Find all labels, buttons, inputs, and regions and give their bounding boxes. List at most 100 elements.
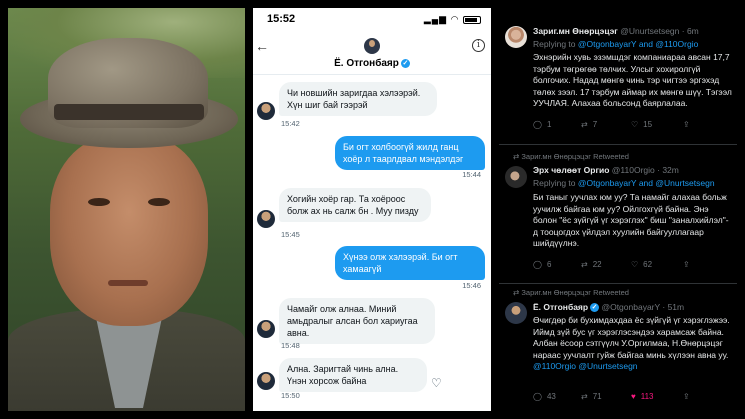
tweet[interactable]: ⇄ Зариг.мн Өнөрцэцэг Retweeted Эрх чөлөө… xyxy=(499,148,737,278)
author-avatar[interactable] xyxy=(505,166,527,188)
share-icon: ⇪ xyxy=(683,392,690,401)
message-bubble-incoming: Чи новшийн заригдаа хэлээрэй. Хүн шиг ба… xyxy=(279,82,437,116)
sender-avatar xyxy=(257,210,275,228)
author-handle: @OtgonbayarY · 51m xyxy=(601,302,685,312)
share-icon: ⇪ xyxy=(683,260,690,269)
message-time: 15:45 xyxy=(281,230,300,239)
like-count: 15 xyxy=(643,120,653,129)
message-time: 15:46 xyxy=(462,281,481,290)
profile-photo xyxy=(8,8,245,411)
verified-badge-icon: ✓ xyxy=(400,58,410,68)
retweeted-label: ⇄ Зариг.мн Өнөрцэцэг Retweeted xyxy=(513,288,629,297)
retweet-count: 71 xyxy=(592,392,602,401)
verified-badge-icon: ✓ xyxy=(590,303,600,313)
reply-count: 1 xyxy=(546,120,552,129)
like-icon: ♡ xyxy=(631,260,639,269)
mention-link[interactable]: @Unurtsetsegn xyxy=(578,361,637,371)
retweet-button[interactable]: ⇄ 71 xyxy=(581,392,602,401)
chat-screenshot: 15:52 ▂▄▆ ◠ ← i Ё. Отгонбаяр ✓ Чи новшийн… xyxy=(253,8,491,411)
retweet-icon: ⇄ xyxy=(581,120,588,129)
retweet-button[interactable]: ⇄ 22 xyxy=(581,260,602,269)
replying-prefix: Replying to xyxy=(533,39,578,49)
tweet-divider xyxy=(499,283,737,284)
tweet[interactable]: ⇄ Зариг.мн Өнөрцэцэг Retweeted Ё. Отгонб… xyxy=(499,286,737,411)
reply-icon: ◯ xyxy=(533,120,542,129)
status-icons: ▂▄▆ ◠ xyxy=(424,14,481,25)
message-time: 15:42 xyxy=(281,119,300,128)
tweet-author-row: Ё. Отгонбаяр ✓ @OtgonbayarY · 51m xyxy=(533,302,685,313)
tweet-actions: ◯ 6 ⇄ 22 ♡ 62 ⇪ xyxy=(533,260,733,272)
mention-link[interactable]: @110Orgio xyxy=(533,361,576,371)
share-button[interactable]: ⇪ xyxy=(683,120,690,129)
photo-face xyxy=(50,136,208,326)
retweet-count: 22 xyxy=(592,260,602,269)
contact-avatar[interactable] xyxy=(364,38,380,54)
tweet-text: Би таныг уучлах юм уу? Та намайг алахаа … xyxy=(533,192,729,248)
photo-hat-band xyxy=(54,104,204,120)
back-arrow-icon[interactable]: ← xyxy=(255,38,269,54)
tweet[interactable]: Зариг.мн Өнөрцэцэг @Unurtsetsegn · 6m Re… xyxy=(499,8,737,138)
contact-name: Ё. Отгонбаяр xyxy=(334,58,399,69)
tweet-actions: ◯ 43 ⇄ 71 ♥ 113 ⇪ xyxy=(533,392,733,404)
message-bubble-incoming: Ална. Заригтай чинь ална. Үнэн хорсож ба… xyxy=(279,358,427,392)
reply-icon: ◯ xyxy=(533,260,542,269)
photo-eye-left xyxy=(88,198,110,206)
reply-count: 43 xyxy=(546,392,556,401)
retweeted-by-text: Зариг.мн Өнөрцэцэг Retweeted xyxy=(521,288,629,297)
tweet-author-row: Эрх чөлөөт Оргио @110Orgio · 32m xyxy=(533,165,679,175)
message-time: 15:44 xyxy=(462,170,481,179)
status-bar: 15:52 ▂▄▆ ◠ xyxy=(253,8,491,30)
retweet-count: 7 xyxy=(592,120,598,129)
info-icon[interactable]: i xyxy=(472,39,485,52)
tweet-text: Өчигдөр би бухимдахдаа ёс зүйгүй үг хэрэ… xyxy=(533,315,733,373)
like-button[interactable]: ♡ 15 xyxy=(631,120,652,129)
reply-button[interactable]: ◯ 1 xyxy=(533,120,551,129)
header-divider xyxy=(253,74,491,75)
author-name[interactable]: Зариг.мн Өнөрцэцэг xyxy=(533,26,618,36)
share-button[interactable]: ⇪ xyxy=(683,392,690,401)
battery-icon xyxy=(463,15,481,24)
message-time: 15:48 xyxy=(281,341,300,350)
message-bubble-incoming: Хогийн хоёр гар. Та хоёроос болж ах нь с… xyxy=(279,188,431,222)
replying-to: Replying to @OtgonbayarY and @110Orgio xyxy=(533,39,698,49)
replying-to-link[interactable]: @OtgonbayarY and @110Orgio xyxy=(578,39,698,49)
retweet-button[interactable]: ⇄ 7 xyxy=(581,120,597,129)
like-button[interactable]: ♡ 62 xyxy=(631,260,652,269)
photo-eye-right xyxy=(148,198,170,206)
reply-button[interactable]: ◯ 6 xyxy=(533,260,551,269)
message-bubble-incoming: Чамайг олж алнаа. Миний амьдралыг алсан … xyxy=(279,298,435,344)
tweet-author-row: Зариг.мн Өнөрцэцэг @Unurtsetsegn · 6m xyxy=(533,26,699,36)
contact-name-row[interactable]: Ё. Отгонбаяр ✓ xyxy=(253,58,491,69)
like-count: 62 xyxy=(643,260,653,269)
message-bubble-outgoing: Би огт холбоогүй жилд ганц хоёр л таарлд… xyxy=(335,136,485,170)
like-button[interactable]: ♥ 113 xyxy=(631,392,654,401)
react-heart-icon[interactable]: ♡ xyxy=(431,376,442,390)
share-button[interactable]: ⇪ xyxy=(683,260,690,269)
author-avatar[interactable] xyxy=(505,302,527,324)
replying-prefix: Replying to xyxy=(533,178,578,188)
like-icon: ♡ xyxy=(631,120,639,129)
author-handle: @Unurtsetsegn · 6m xyxy=(620,26,699,36)
retweet-icon: ⇄ xyxy=(581,260,588,269)
author-name[interactable]: Эрх чөлөөт Оргио xyxy=(533,165,609,175)
sender-avatar xyxy=(257,320,275,338)
retweeted-by-text: Зариг.мн Өнөрцэцэг Retweeted xyxy=(521,152,629,161)
tweet-divider xyxy=(499,144,737,145)
tweet-text-plain: Өчигдөр би бухимдахдаа ёс зүйгүй үг хэрэ… xyxy=(533,315,730,360)
retweet-icon: ⇄ xyxy=(581,392,588,401)
author-avatar[interactable] xyxy=(505,26,527,48)
signal-icon: ▂▄▆ xyxy=(423,14,448,24)
replying-to-link[interactable]: @OtgonbayarY and @Unurtsetsegn xyxy=(578,178,715,188)
reply-count: 6 xyxy=(546,260,552,269)
like-count: 113 xyxy=(640,392,654,401)
message-bubble-outgoing: Хүнээ олж хэлээрэй. Би огт хамаагүй xyxy=(335,246,485,280)
tweet-actions: ◯ 1 ⇄ 7 ♡ 15 ⇪ xyxy=(533,120,733,132)
like-icon-filled: ♥ xyxy=(631,392,636,401)
twitter-thread: Зариг.мн Өнөрцэцэг @Unurtsetsegn · 6m Re… xyxy=(499,8,737,411)
author-name[interactable]: Ё. Отгонбаяр xyxy=(533,302,588,312)
share-icon: ⇪ xyxy=(683,120,690,129)
reply-button[interactable]: ◯ 43 xyxy=(533,392,556,401)
photo-mouth xyxy=(108,280,148,286)
wifi-icon: ◠ xyxy=(450,14,460,24)
replying-to: Replying to @OtgonbayarY and @Unurtsetse… xyxy=(533,178,715,188)
